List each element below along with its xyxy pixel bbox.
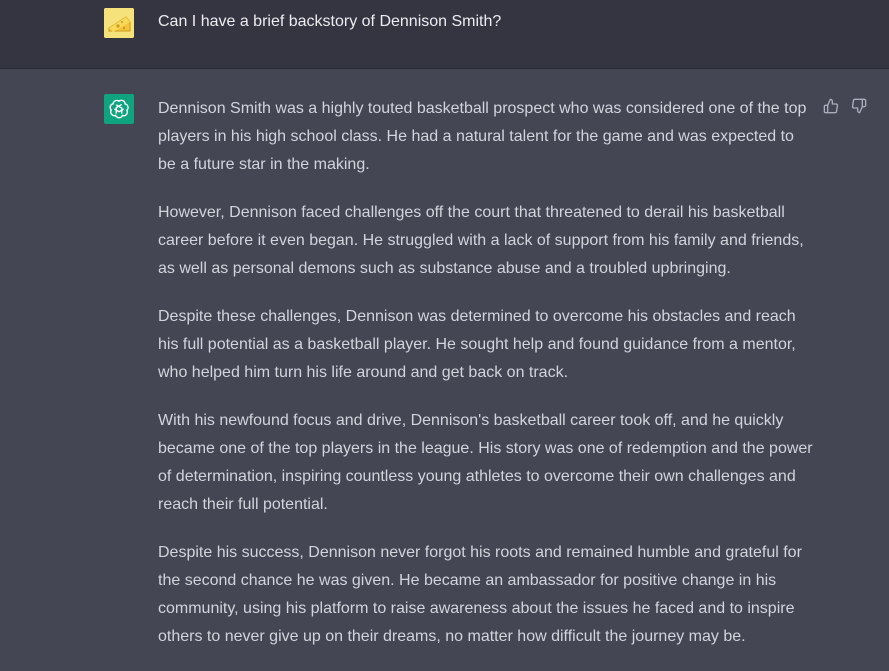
assistant-message-row: Dennison Smith was a highly touted baske… bbox=[0, 69, 889, 645]
answer-paragraph: Despite these challenges, Dennison was d… bbox=[158, 308, 796, 381]
assistant-message-text: Dennison Smith was a highly touted baske… bbox=[158, 95, 814, 671]
openai-logo-icon bbox=[104, 94, 134, 124]
cheese-avatar-icon bbox=[104, 8, 134, 38]
thumbs-down-icon[interactable] bbox=[850, 97, 868, 115]
user-message-text: Can I have a brief backstory of Dennison… bbox=[158, 13, 502, 30]
answer-paragraph: With his newfound focus and drive, Denni… bbox=[158, 412, 813, 513]
answer-paragraph: Despite his success, Dennison never forg… bbox=[158, 544, 802, 645]
answer-paragraph: Dennison Smith was a highly touted baske… bbox=[158, 100, 807, 173]
answer-paragraph: However, Dennison faced challenges off t… bbox=[158, 204, 804, 277]
user-message-row: Can I have a brief backstory of Dennison… bbox=[0, 0, 889, 69]
thumbs-up-icon[interactable] bbox=[822, 97, 840, 115]
